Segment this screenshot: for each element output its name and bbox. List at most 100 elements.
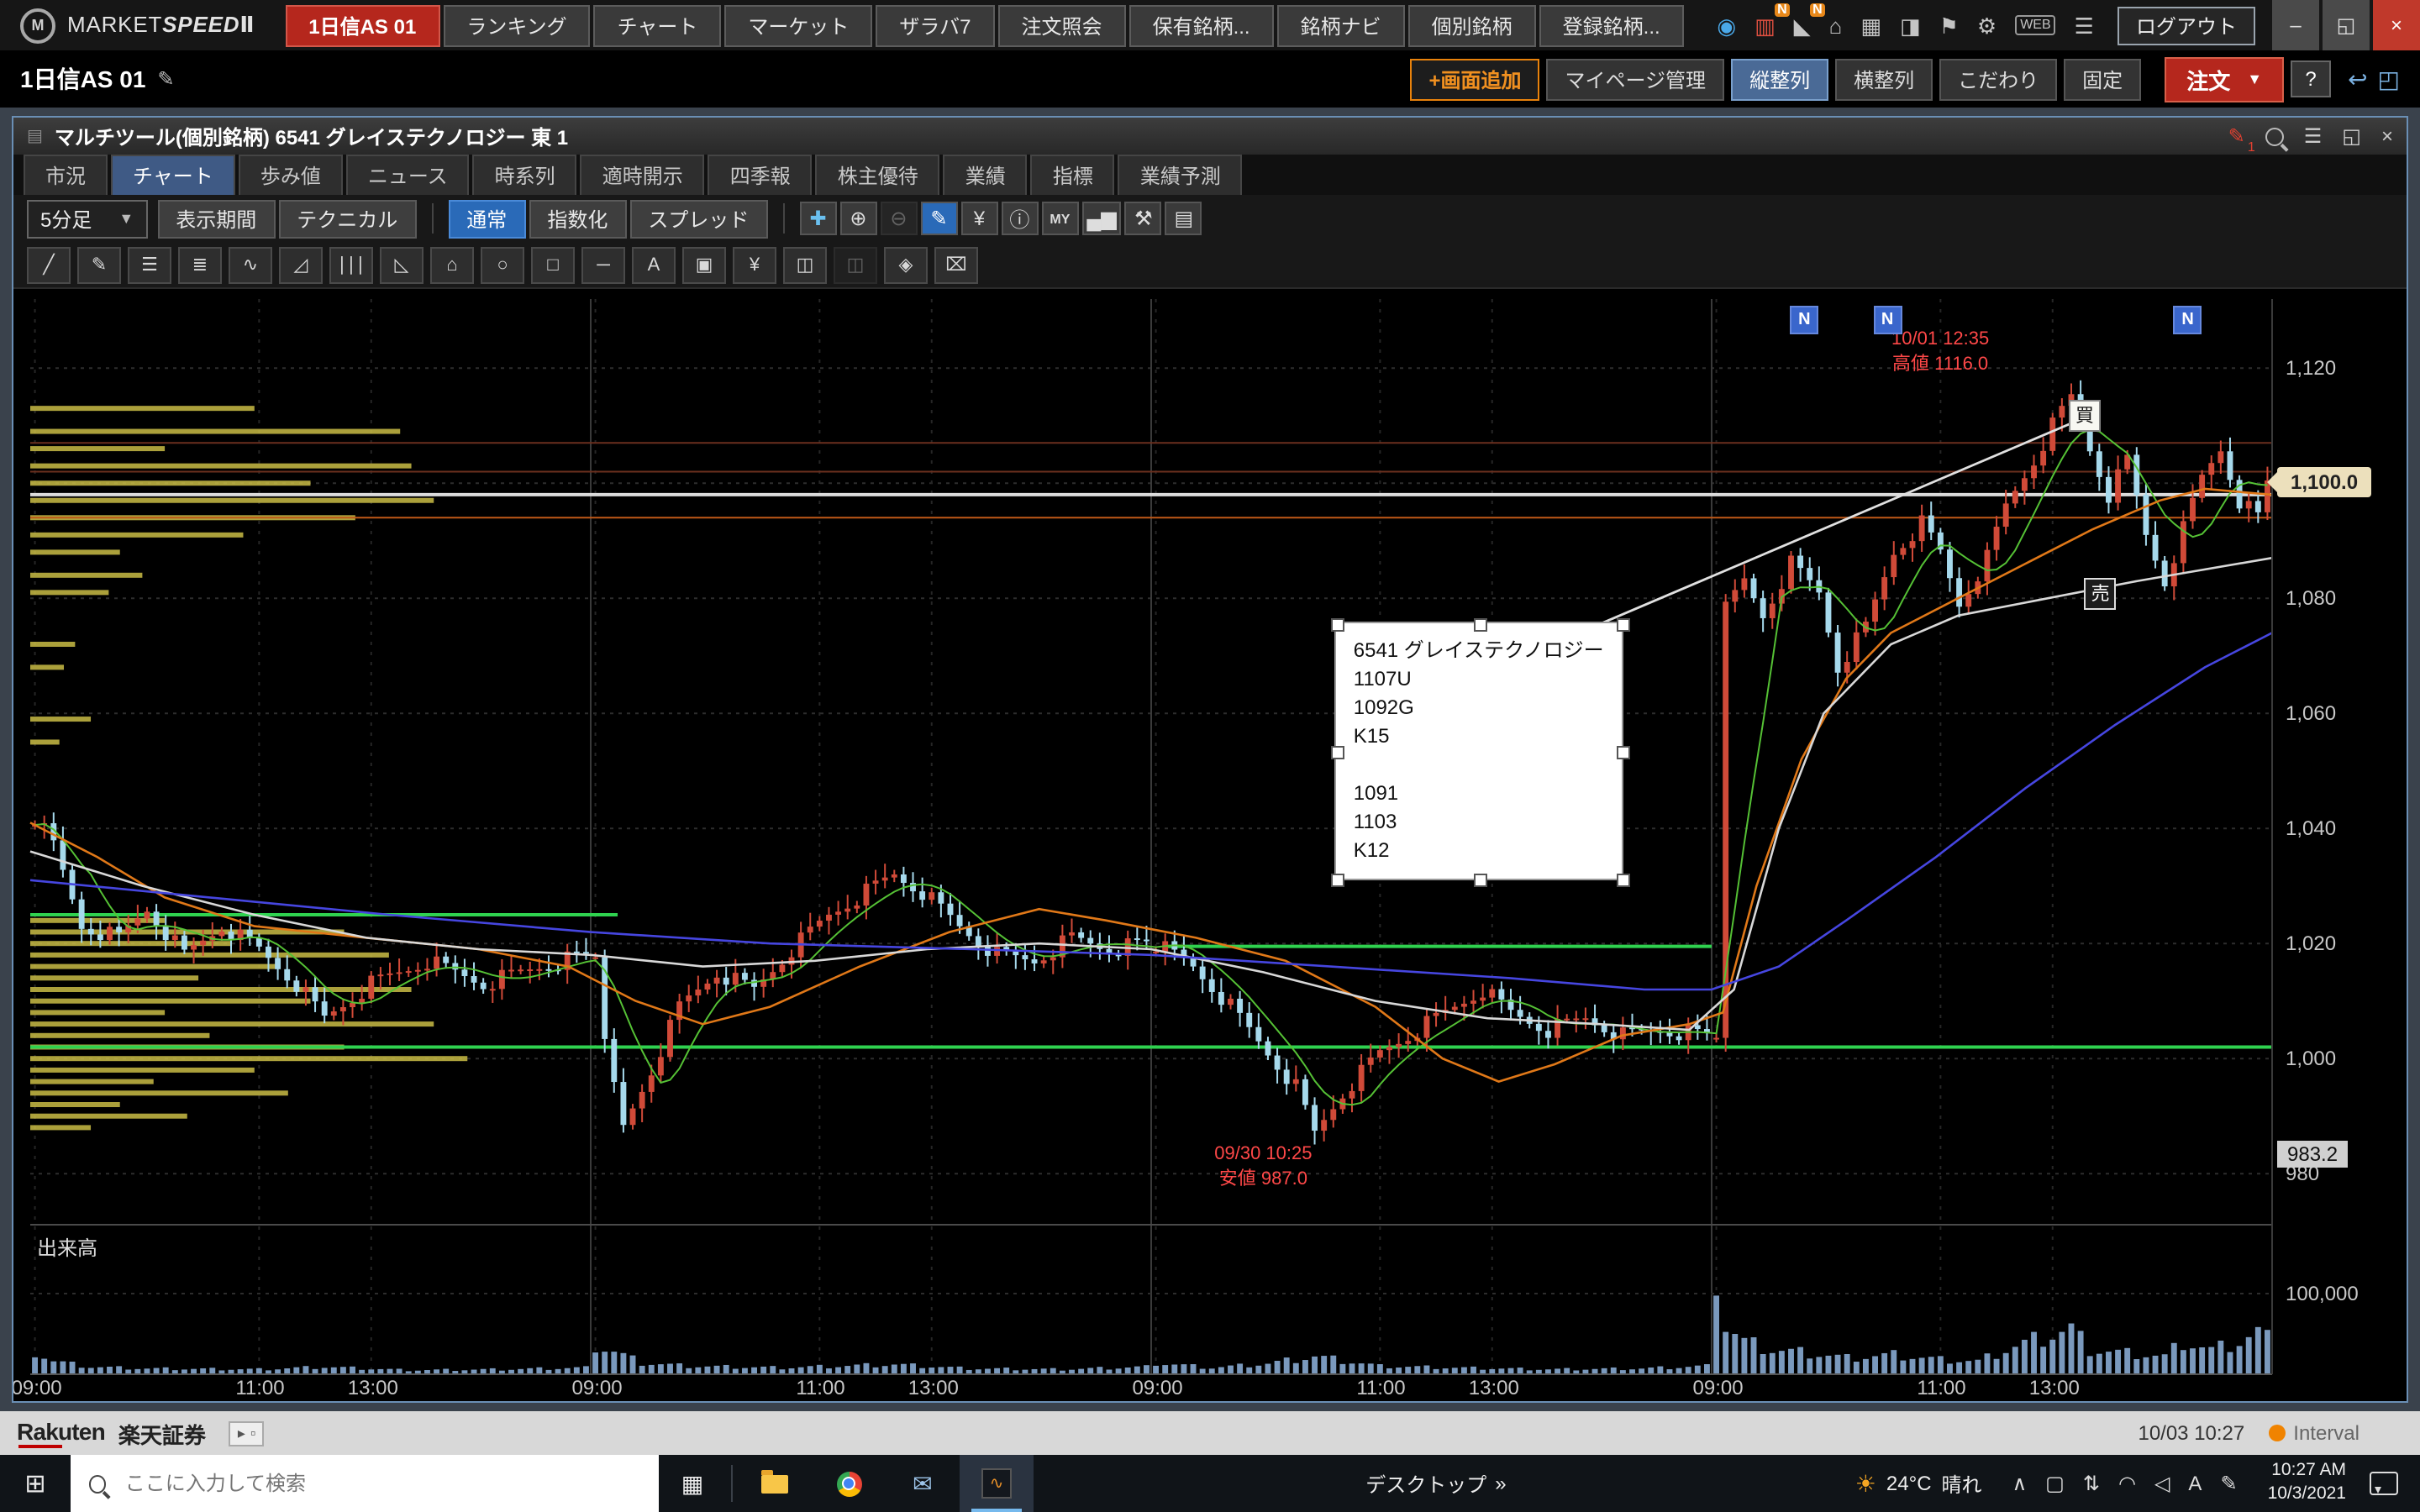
add-screen-button[interactable]: +画面追加 — [1411, 58, 1540, 100]
freehand-tool[interactable]: ✎ — [77, 246, 121, 283]
sell-marker[interactable]: 売 — [2085, 577, 2117, 609]
task-view-button[interactable]: ▦ — [659, 1455, 726, 1512]
search-input[interactable] — [122, 1470, 640, 1497]
zoom-in-icon[interactable]: ⊕ — [839, 202, 876, 235]
network-icon[interactable]: ◠ — [2118, 1472, 2136, 1495]
start-button[interactable]: ⊞ — [0, 1455, 71, 1512]
polygon-tool[interactable]: ⌂ — [430, 246, 474, 283]
info-icon[interactable]: ⓘ — [1001, 202, 1038, 235]
new-window-icon[interactable]: ◰ — [2378, 65, 2400, 93]
window-titlebar[interactable]: ▤ マルチツール(個別銘柄) 6541 グレイステクノロジー 東 1 ✎1☰◱× — [13, 118, 2407, 155]
horizontal-line-tool[interactable]: ─ — [581, 246, 625, 283]
top-tab-chart[interactable]: チャート — [594, 4, 722, 46]
draw-mode-icon[interactable]: ✎ — [920, 202, 957, 235]
news-marker[interactable]: N — [1790, 306, 1818, 334]
marketspeed-app-icon[interactable]: ◉ — [1717, 14, 1736, 36]
file-explorer-icon[interactable] — [738, 1455, 812, 1512]
display-period-button[interactable]: 表示期間 — [157, 199, 275, 238]
mypage-manage-button[interactable]: マイページ管理 — [1547, 58, 1725, 100]
triangle-tool[interactable]: ◿ — [279, 246, 323, 283]
mail-icon[interactable]: ✉ — [886, 1455, 960, 1512]
interval-select[interactable]: 5分足 ▼ — [27, 199, 147, 238]
price-mark-tool[interactable]: ¥ — [733, 246, 776, 283]
desktop-toolbar[interactable]: デスクトップ » — [1349, 1469, 1523, 1498]
annotation-pen-icon[interactable]: ✎1 — [2228, 124, 2245, 148]
candlestick-chart[interactable]: 1,1201,1001,0801,0601,0401,0201,00098009… — [13, 289, 2407, 1401]
expand-panel-icon[interactable]: ▸ — [238, 1424, 245, 1442]
top-tab-holdings[interactable]: 保有銘柄... — [1129, 4, 1274, 46]
crosshair-icon[interactable]: ✚ — [799, 202, 836, 235]
marketspeed-taskbar-icon[interactable]: ∿ — [960, 1455, 1034, 1512]
window-close-icon[interactable]: × — [2381, 124, 2393, 148]
link-jump-icon[interactable]: ↩ — [2348, 65, 2367, 93]
vertical-tile-button[interactable]: 縦整列 — [1731, 58, 1828, 100]
buy-marker[interactable]: 買 — [2069, 399, 2101, 431]
wave-tool[interactable]: ∿ — [229, 246, 272, 283]
tab-market-overview[interactable]: 市況 — [24, 155, 108, 195]
top-tab-individual-stock[interactable]: 個別銘柄 — [1408, 4, 1536, 46]
minimize-button[interactable]: – — [2272, 0, 2319, 50]
taskbar-clock[interactable]: 10:27 AM 10/3/2021 — [2251, 1461, 2363, 1507]
paste-tool[interactable]: ◫ — [834, 246, 877, 283]
fibonacci-lines-tool[interactable]: ≣ — [178, 246, 222, 283]
vertical-lines-tool[interactable]: ∣∣∣ — [329, 246, 373, 283]
selection-handle[interactable] — [1332, 746, 1345, 759]
angle-line-tool[interactable]: ◺ — [380, 246, 424, 283]
tab-tick-data[interactable]: 歩み値 — [239, 155, 343, 195]
tab-earnings-forecast[interactable]: 業績予測 — [1118, 155, 1243, 195]
horizontal-tile-button[interactable]: 横整列 — [1835, 58, 1933, 100]
action-center-icon[interactable] — [2370, 1472, 2398, 1495]
tab-shikiho[interactable]: 四季報 — [708, 155, 813, 195]
notification-flag-icon[interactable]: ⚑ — [1939, 14, 1959, 36]
print-icon[interactable]: ▤ — [1165, 202, 1202, 235]
media-icon[interactable]: ◨ — [1900, 14, 1921, 36]
close-button[interactable]: × — [2373, 0, 2420, 50]
eraser-tool[interactable]: ◈ — [884, 246, 928, 283]
ime-icon[interactable]: A — [2188, 1472, 2202, 1495]
weather-widget[interactable]: ☀ 24°C 晴れ — [1839, 1469, 1999, 1498]
chart-settings-icon[interactable]: ⚒ — [1125, 202, 1162, 235]
tab-earnings[interactable]: 業績 — [944, 155, 1028, 195]
top-tab-registered-stocks[interactable]: 登録銘柄... — [1539, 4, 1684, 46]
selection-handle[interactable] — [1475, 874, 1488, 887]
icon-stamp-tool[interactable]: ▣ — [682, 246, 726, 283]
display-icon[interactable]: ▢ — [2045, 1472, 2065, 1495]
web-icon[interactable]: WEB — [2015, 15, 2055, 35]
popout-icon[interactable]: ◱ — [2342, 124, 2361, 148]
yen-scale-icon[interactable]: ¥ — [960, 202, 997, 235]
tab-disclosure[interactable]: 適時開示 — [581, 155, 705, 195]
workspace-tab-1nichishin-as-01[interactable]: 1日信AS 01 — [285, 4, 439, 46]
horizontal-lines-tool[interactable]: ☰ — [128, 246, 171, 283]
top-tab-market[interactable]: マーケット — [724, 4, 872, 46]
copy-tool[interactable]: ◫ — [783, 246, 827, 283]
logout-button[interactable]: ログアウト — [2118, 6, 2255, 45]
news-marker[interactable]: N — [2174, 306, 2202, 334]
mode-indexed-button[interactable]: 指数化 — [529, 199, 626, 238]
tab-shareholder-benefits[interactable]: 株主優待 — [816, 155, 940, 195]
selection-handle[interactable] — [1332, 618, 1345, 632]
tab-chart[interactable]: チャート — [111, 155, 235, 195]
ellipse-tool[interactable]: ○ — [481, 246, 524, 283]
taskbar-search[interactable] — [71, 1455, 659, 1512]
settings-gear-icon[interactable]: ⚙ — [1977, 14, 1996, 36]
selection-handle[interactable] — [1618, 874, 1631, 887]
chrome-icon[interactable] — [812, 1455, 886, 1512]
zoom-out-icon[interactable]: ⊖ — [880, 202, 917, 235]
lock-layout-button[interactable]: 固定 — [2064, 58, 2141, 100]
mode-normal-button[interactable]: 通常 — [448, 199, 525, 238]
restore-button[interactable]: ◱ — [2323, 0, 2370, 50]
tab-indicators[interactable]: 指標 — [1031, 155, 1115, 195]
window-menu-icon[interactable]: ☰ — [2304, 124, 2323, 148]
news-marker[interactable]: N — [1873, 306, 1902, 334]
selection-handle[interactable] — [1618, 746, 1631, 759]
area-chart-icon[interactable]: ▄▆ — [1081, 202, 1121, 235]
chart-tooltip[interactable]: 6541 グレイステクノロジー1107U1092GK1510911103K12 — [1335, 622, 1624, 880]
layout-icon[interactable]: ▦ — [1860, 14, 1881, 36]
tab-time-series[interactable]: 時系列 — [473, 155, 577, 195]
home-icon[interactable]: ⌂ — [1829, 14, 1843, 36]
top-tab-stock-navi[interactable]: 銘柄ナビ — [1277, 4, 1405, 46]
menu-icon[interactable]: ☰ — [2075, 14, 2094, 36]
selection-handle[interactable] — [1618, 618, 1631, 632]
top-tab-zaraba7[interactable]: ザラバ7 — [876, 4, 994, 46]
my-chart-icon[interactable]: MY — [1041, 202, 1078, 235]
